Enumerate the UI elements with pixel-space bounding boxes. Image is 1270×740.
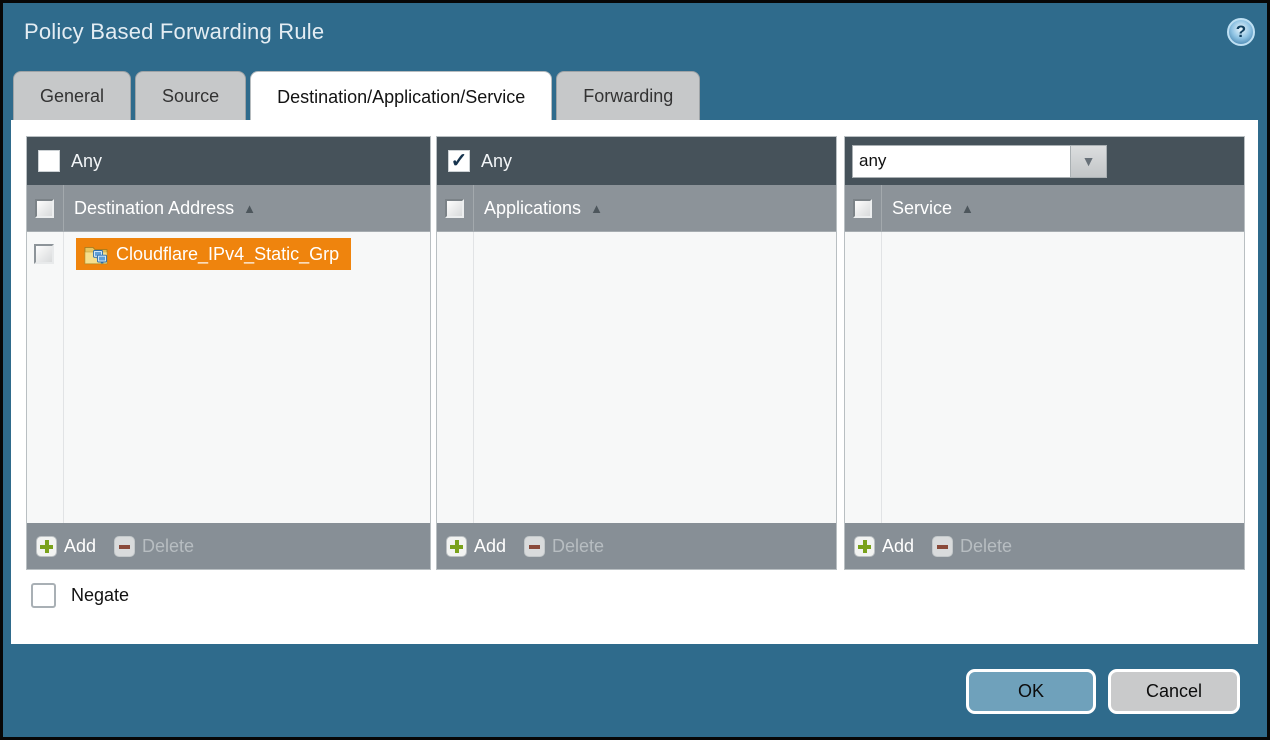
applications-any-label: Any xyxy=(481,151,512,172)
sort-asc-icon: ▲ xyxy=(961,201,974,216)
tab-source-label: Source xyxy=(162,86,219,107)
policy-based-forwarding-dialog: Policy Based Forwarding Rule ? General S… xyxy=(0,0,1270,740)
destination-any-label: Any xyxy=(71,151,102,172)
delete-icon xyxy=(932,536,953,557)
column-divider xyxy=(473,232,474,523)
destination-row-cloudflare[interactable]: Cloudflare_IPv4_Static_Grp xyxy=(76,238,351,270)
destination-list: Cloudflare_IPv4_Static_Grp xyxy=(27,232,430,523)
destination-any-bar: Any xyxy=(27,137,430,185)
service-dropdown-button[interactable]: ▼ xyxy=(1070,145,1107,178)
column-divider xyxy=(63,185,64,231)
dialog-title: Policy Based Forwarding Rule xyxy=(24,19,324,45)
sort-asc-icon: ▲ xyxy=(243,201,256,216)
destination-any-checkbox[interactable] xyxy=(38,150,60,172)
applications-column-header[interactable]: Applications ▲ xyxy=(437,185,836,232)
destination-address-column: Any Destination Address ▲ xyxy=(26,136,431,570)
applications-any-checkbox[interactable]: ✓ xyxy=(448,150,470,172)
row-checkbox[interactable] xyxy=(34,244,54,264)
sort-asc-icon: ▲ xyxy=(590,201,603,216)
applications-list xyxy=(437,232,836,523)
negate-label: Negate xyxy=(71,585,129,606)
tab-general-label: General xyxy=(40,86,104,107)
applications-footer: Add Delete xyxy=(437,523,836,569)
negate-option: Negate xyxy=(31,583,129,608)
chevron-down-icon: ▼ xyxy=(1082,153,1096,169)
service-header-label: Service xyxy=(892,198,952,219)
service-add-button[interactable]: Add xyxy=(854,536,914,557)
tab-general[interactable]: General xyxy=(13,71,131,121)
delete-button-label: Delete xyxy=(960,536,1012,557)
delete-icon xyxy=(524,536,545,557)
delete-button-label: Delete xyxy=(142,536,194,557)
destination-column-header[interactable]: Destination Address ▲ xyxy=(27,185,430,232)
address-group-icon xyxy=(84,244,108,265)
service-dropdown-bar: ▼ xyxy=(845,137,1244,185)
service-list xyxy=(845,232,1244,523)
negate-checkbox[interactable] xyxy=(31,583,56,608)
service-column: ▼ Service ▲ Add Delete xyxy=(844,136,1245,570)
service-footer: Add Delete xyxy=(845,523,1244,569)
column-divider xyxy=(881,185,882,231)
tab-content-panel: Any Destination Address ▲ xyxy=(11,120,1258,644)
add-icon xyxy=(446,536,467,557)
destination-add-button[interactable]: Add xyxy=(36,536,96,557)
destination-row-label: Cloudflare_IPv4_Static_Grp xyxy=(116,244,339,265)
cancel-button[interactable]: Cancel xyxy=(1108,669,1240,714)
tab-bar: General Source Destination/Application/S… xyxy=(13,71,700,122)
tab-destination-label: Destination/Application/Service xyxy=(277,87,525,108)
delete-button-label: Delete xyxy=(552,536,604,557)
applications-delete-button[interactable]: Delete xyxy=(524,536,604,557)
add-button-label: Add xyxy=(64,536,96,557)
tab-forwarding-label: Forwarding xyxy=(583,86,673,107)
applications-select-all-checkbox[interactable] xyxy=(445,199,464,218)
destination-delete-button[interactable]: Delete xyxy=(114,536,194,557)
destination-footer: Add Delete xyxy=(27,523,430,569)
applications-add-button[interactable]: Add xyxy=(446,536,506,557)
column-divider xyxy=(63,232,64,523)
destination-header-label: Destination Address xyxy=(74,198,234,219)
ok-button[interactable]: OK xyxy=(966,669,1096,714)
add-button-label: Add xyxy=(474,536,506,557)
applications-column: ✓ Any Applications ▲ Add Dele xyxy=(436,136,837,570)
tab-destination-application-service[interactable]: Destination/Application/Service xyxy=(250,71,552,122)
cancel-button-label: Cancel xyxy=(1146,681,1202,702)
applications-any-bar: ✓ Any xyxy=(437,137,836,185)
column-divider xyxy=(473,185,474,231)
destination-select-all-checkbox[interactable] xyxy=(35,199,54,218)
service-dropdown: ▼ xyxy=(852,145,1107,178)
delete-icon xyxy=(114,536,135,557)
ok-button-label: OK xyxy=(1018,681,1044,702)
add-icon xyxy=(36,536,57,557)
help-icon[interactable]: ? xyxy=(1227,18,1255,46)
column-divider xyxy=(881,232,882,523)
add-button-label: Add xyxy=(882,536,914,557)
add-icon xyxy=(854,536,875,557)
help-icon-glyph: ? xyxy=(1236,22,1246,42)
tab-source[interactable]: Source xyxy=(135,71,246,121)
service-select-all-checkbox[interactable] xyxy=(853,199,872,218)
table-row: Cloudflare_IPv4_Static_Grp xyxy=(27,236,430,272)
tab-forwarding[interactable]: Forwarding xyxy=(556,71,700,121)
service-dropdown-input[interactable] xyxy=(852,145,1070,178)
service-column-header[interactable]: Service ▲ xyxy=(845,185,1244,232)
applications-header-label: Applications xyxy=(484,198,581,219)
service-delete-button[interactable]: Delete xyxy=(932,536,1012,557)
checkmark-icon: ✓ xyxy=(451,151,468,171)
